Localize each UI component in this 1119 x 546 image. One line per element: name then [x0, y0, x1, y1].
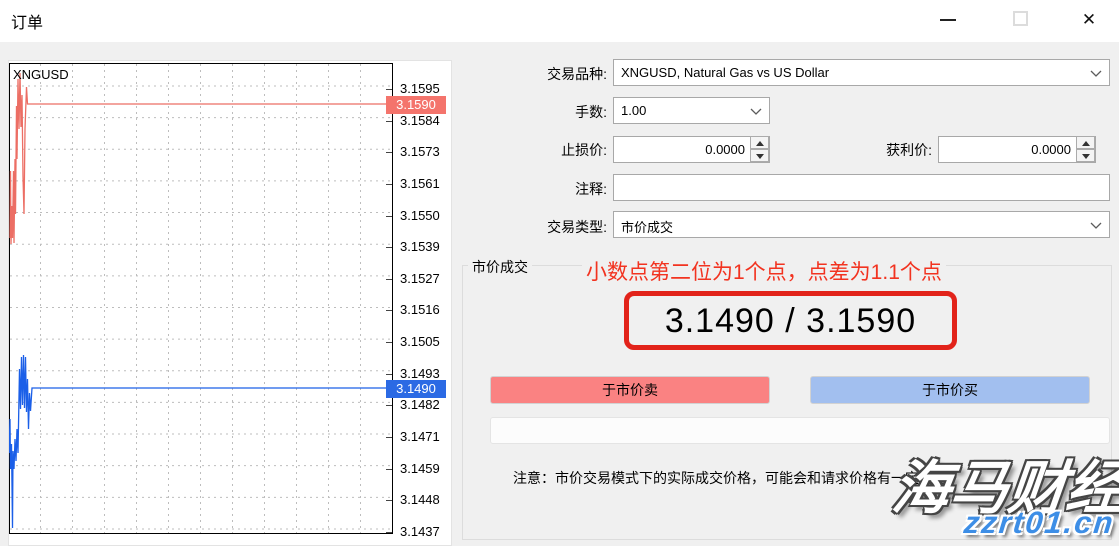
axis-price-label: 3.1539	[400, 239, 452, 255]
comment-input[interactable]	[613, 174, 1110, 201]
sell-by-market-button[interactable]: 于市价卖	[490, 376, 770, 404]
spin-down-icon[interactable]	[750, 149, 769, 162]
quote-highlight-box: 3.1490 / 3.1590	[624, 291, 957, 350]
volume-select[interactable]: 1.00	[613, 97, 770, 124]
chevron-down-icon	[1090, 70, 1102, 77]
axis-tick	[386, 216, 392, 217]
axis-tick	[386, 500, 392, 501]
close-icon[interactable]: ✕	[1066, 0, 1112, 40]
chevron-down-icon	[1090, 222, 1102, 229]
symbol-select-value: XNGUSD, Natural Gas vs US Dollar	[621, 65, 829, 80]
axis-tick	[386, 247, 392, 248]
buy-by-market-button[interactable]: 于市价买	[810, 376, 1090, 404]
symbol-select[interactable]: XNGUSD, Natural Gas vs US Dollar	[613, 59, 1110, 86]
spin-up-icon[interactable]	[1076, 136, 1095, 149]
axis-price-label: 3.1573	[400, 144, 452, 160]
spread-annotation: 小数点第二位为1个点，点差为1.1个点	[582, 256, 946, 286]
axis-price-label: 3.1550	[400, 208, 452, 224]
bid-ask-quote: 3.1490 / 3.1590	[665, 302, 916, 340]
spin-up-icon[interactable]	[750, 136, 769, 149]
axis-tick	[386, 374, 392, 375]
axis-price-label: 3.1482	[400, 397, 452, 413]
volume-label: 手数:	[487, 102, 607, 122]
axis-tick	[386, 342, 392, 343]
stop-loss-input[interactable]: 0.0000	[613, 136, 770, 163]
tick-chart-panel: XNGUSD 3.1595 3.1584 3.1573 3.1561 3.1550 3.1…	[8, 60, 452, 546]
window-title: 订单	[11, 9, 43, 33]
comment-label: 注释:	[487, 179, 607, 199]
order-progress-strip	[490, 417, 1110, 444]
axis-price-label: 3.1505	[400, 334, 452, 350]
axis-tick	[386, 89, 392, 90]
order-dialog: 订单 ✕ XNGUSD 3.1595 3.1584 3.1573 3.1561 3.15…	[0, 0, 1119, 546]
axis-price-label: 3.1516	[400, 302, 452, 318]
trade-type-label: 交易类型:	[487, 217, 607, 237]
take-profit-label: 获利价:	[812, 140, 932, 160]
axis-price-label: 3.1527	[400, 271, 452, 287]
axis-price-label: 3.1437	[400, 524, 452, 540]
title-bar: 订单 ✕	[0, 0, 1119, 42]
axis-price-label: 3.1561	[400, 176, 452, 192]
axis-price-label: 3.1471	[400, 429, 452, 445]
tick-chart	[9, 63, 394, 535]
axis-tick	[386, 310, 392, 311]
volume-select-value: 1.00	[621, 103, 646, 118]
stop-loss-label: 止损价:	[487, 140, 607, 160]
maximize-icon[interactable]	[998, 0, 1044, 40]
stop-loss-value: 0.0000	[705, 142, 745, 157]
axis-tick	[386, 405, 392, 406]
axis-price-label: 3.1459	[400, 461, 452, 477]
axis-price-label: 3.1595	[400, 81, 452, 97]
minimize-icon[interactable]	[925, 0, 971, 40]
axis-tick	[386, 469, 392, 470]
axis-tick	[386, 437, 392, 438]
take-profit-value: 0.0000	[1031, 142, 1071, 157]
axis-price-label: 3.1448	[400, 492, 452, 508]
chart-symbol-label: XNGUSD	[13, 67, 69, 82]
bid-price-badge: 3.1490	[386, 380, 446, 398]
ask-price-badge: 3.1590	[386, 96, 446, 114]
trade-type-value: 市价成交	[621, 220, 673, 235]
trade-type-select[interactable]: 市价成交	[613, 211, 1110, 238]
axis-tick	[386, 121, 392, 122]
watermark-site: zzrt01.cn	[962, 505, 1116, 541]
chevron-down-icon	[750, 108, 762, 115]
market-execution-group-label: 市价成交	[468, 257, 532, 277]
axis-tick	[386, 279, 392, 280]
spin-down-icon[interactable]	[1076, 149, 1095, 162]
axis-tick	[386, 532, 392, 533]
axis-price-label: 3.1584	[400, 113, 452, 129]
take-profit-input[interactable]: 0.0000	[938, 136, 1096, 163]
axis-tick	[386, 152, 392, 153]
axis-tick	[386, 184, 392, 185]
symbol-label: 交易品种:	[487, 64, 607, 84]
